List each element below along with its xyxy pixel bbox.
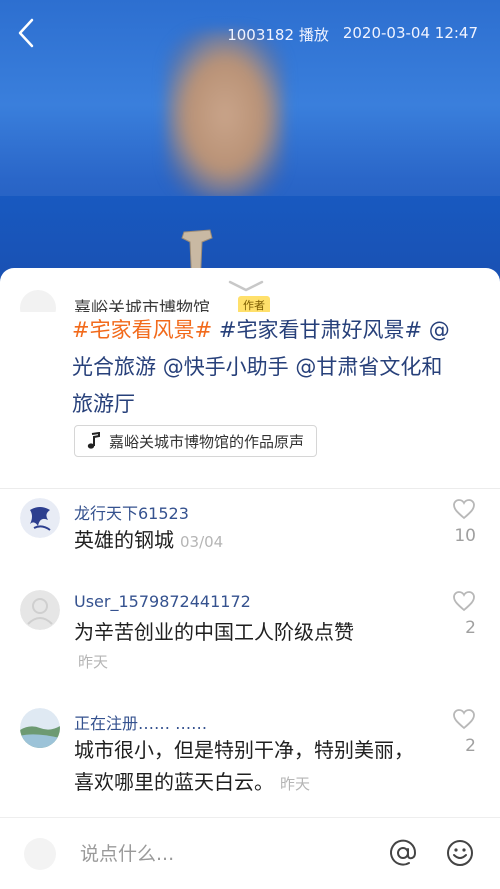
- comment-username[interactable]: 正在注册…… ……: [74, 710, 207, 734]
- like-count: 2: [465, 736, 476, 756]
- hashtag-primary[interactable]: #宅家看风景#: [72, 318, 212, 342]
- music-note-icon: [87, 432, 100, 449]
- comment-username[interactable]: User_1579872441172: [74, 592, 251, 611]
- heart-outline-icon[interactable]: [452, 590, 476, 612]
- like-count: 10: [454, 526, 476, 546]
- comment-text: 为辛苦创业的中国工人阶级点赞 昨天: [74, 616, 424, 676]
- comment-time: 03/04: [180, 533, 224, 551]
- video-stats: 1003182 播放 2020-03-04 12:47: [227, 24, 478, 45]
- avatar[interactable]: [20, 708, 60, 748]
- dragon-avatar-icon: [20, 498, 60, 538]
- comment-username[interactable]: 龙行天下61523: [74, 500, 189, 524]
- comment-input[interactable]: [80, 838, 360, 870]
- comment-sheet: 嘉峪关城市博物馆 作者 #宅家看风景# #宅家看甘肃好风景# @光合旅游 @快手…: [0, 268, 500, 889]
- post-datetime: 2020-03-04 12:47: [342, 24, 478, 42]
- play-count: 1003182: [227, 26, 295, 44]
- author-name[interactable]: 嘉峪关城市博物馆: [74, 294, 210, 312]
- music-label: 嘉峪关城市博物馆的作品原声: [109, 432, 305, 451]
- mention-link[interactable]: @快手小助手: [163, 355, 289, 379]
- divider: [0, 488, 500, 489]
- like-count: 2: [465, 618, 476, 638]
- play-label: 播放: [298, 26, 329, 44]
- smiley-icon[interactable]: [445, 838, 475, 868]
- heart-outline-icon[interactable]: [452, 498, 476, 520]
- comment-body: 为辛苦创业的中国工人阶级点赞: [74, 620, 354, 644]
- comment-text: 英雄的钢城 03/04: [74, 524, 424, 558]
- comment-body: 城市很小，但是特别干净，特别美丽，喜欢哪里的蓝天白云。: [74, 738, 414, 794]
- author-row: 嘉峪关城市博物馆 作者: [20, 290, 460, 312]
- author-avatar[interactable]: [20, 290, 56, 312]
- hashtag-secondary[interactable]: #宅家看甘肃好风景#: [219, 318, 422, 342]
- comment-time: 昨天: [78, 653, 109, 671]
- at-icon[interactable]: [388, 838, 418, 868]
- avatar: [24, 838, 56, 870]
- comment-composer: [0, 817, 500, 889]
- comment-time: 昨天: [280, 775, 311, 793]
- comment-body: 英雄的钢城: [74, 528, 174, 552]
- post-caption: #宅家看风景# #宅家看甘肃好风景# @光合旅游 @快手小助手 @甘肃省文化和旅…: [72, 312, 452, 423]
- author-badge: 作者: [238, 296, 270, 312]
- music-chip[interactable]: 嘉峪关城市博物馆的作品原声: [74, 425, 318, 457]
- heart-outline-icon[interactable]: [452, 708, 476, 730]
- avatar[interactable]: [20, 590, 60, 630]
- default-avatar-icon: [20, 590, 60, 630]
- avatar[interactable]: [20, 498, 60, 538]
- top-bar: 1003182 播放 2020-03-04 12:47: [0, 0, 500, 70]
- play-stats: 1003182 播放: [227, 24, 329, 45]
- chevron-left-icon[interactable]: [10, 16, 44, 50]
- comment-text: 城市很小，但是特别干净，特别美丽，喜欢哪里的蓝天白云。 昨天: [74, 734, 424, 800]
- landscape-avatar-icon: [20, 708, 60, 748]
